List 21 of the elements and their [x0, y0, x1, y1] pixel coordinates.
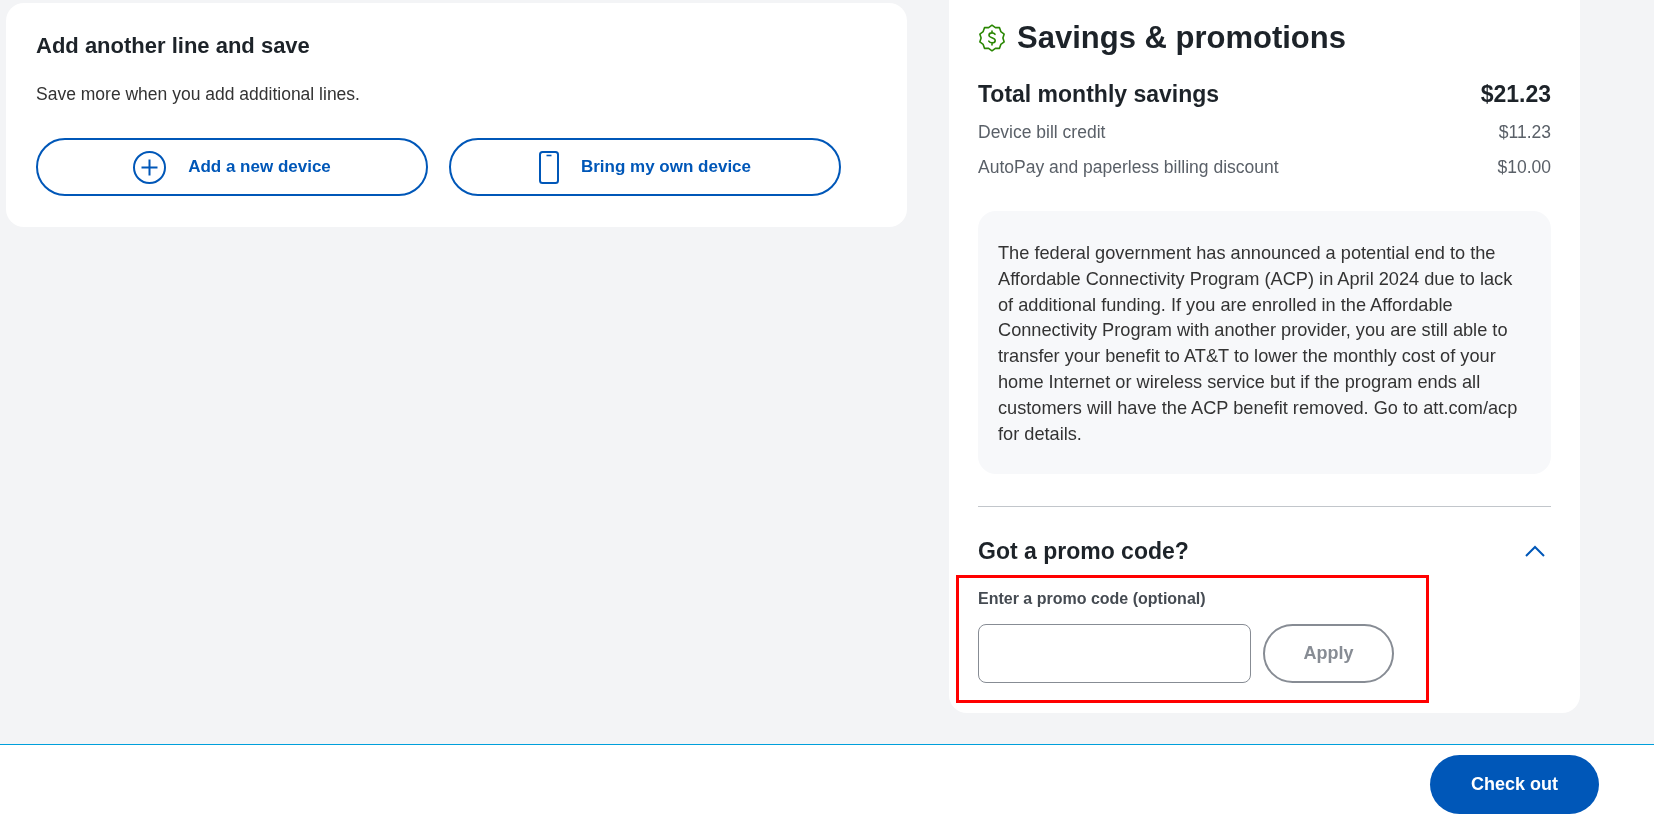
own-device-button[interactable]: Bring my own device: [449, 138, 841, 196]
collapse-toggle[interactable]: [1525, 545, 1545, 558]
promo-code-field[interactable]: [978, 624, 1251, 684]
card-subtitle: Save more when you add additional lines.: [36, 83, 361, 106]
savings-item-amount: $11.23: [1498, 121, 1551, 144]
field-label: Enter a promo code (optional): [978, 589, 1207, 610]
total-savings-label: Total monthly savings: [978, 80, 1220, 109]
chevron-up-icon: [1525, 545, 1545, 558]
savings-item-label: Device bill credit: [978, 121, 1106, 144]
panel-title: Savings & promotions: [1017, 19, 1346, 57]
total-savings-amount: $21.23: [1480, 80, 1551, 109]
card-title: Add another line and save: [36, 32, 311, 60]
savings-item-amount: $10.00: [1497, 156, 1551, 179]
plus-circle-icon: [133, 150, 167, 184]
dollar-badge-icon: [978, 24, 1006, 52]
phone-icon: [538, 150, 559, 184]
promo-title: Got a promo code?: [978, 537, 1189, 567]
notice-text: The federal government has announced a potential end to the Affordable Connectivity Program (ACP) in April 2024 due to lack of additional funding. If you are enrolled in the Affordable Connectivity Program with another provider, you are still able to transfer your benefit to AT&T to lower the monthly cost of your home Internet or wireless service but if the program ends all customers will have the ACP benefit removed. Go to att.com/acp for details.: [998, 242, 1519, 446]
checkout-button[interactable]: Check out: [1430, 755, 1599, 814]
add-device-button[interactable]: Add a new device: [36, 138, 428, 196]
savings-item-label: AutoPay and paperless billing discount: [978, 156, 1279, 179]
